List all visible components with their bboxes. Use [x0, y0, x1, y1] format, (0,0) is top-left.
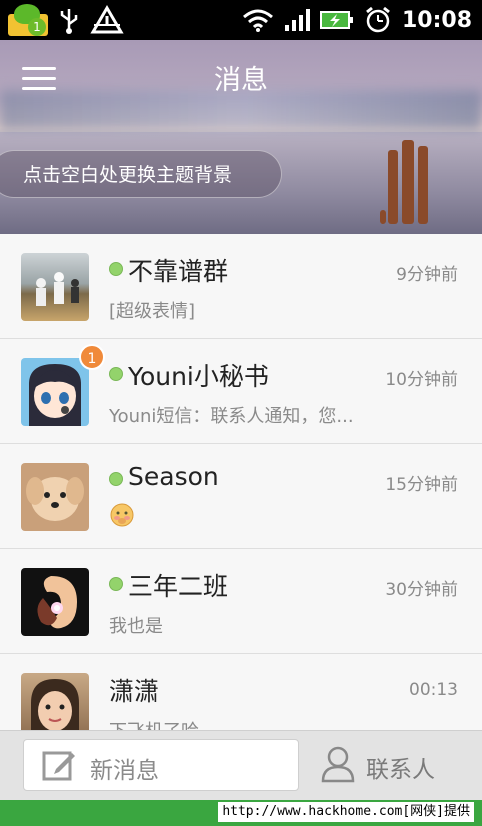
avatar [21, 673, 89, 730]
conversation-row[interactable]: 1 Youni小秘书 10分钟前 Youni短信：联系人通知，您... [0, 339, 482, 444]
message-time: 10分钟前 [385, 370, 458, 390]
online-status-dot [109, 367, 123, 381]
compose-icon [42, 751, 75, 781]
message-time: 9分钟前 [396, 265, 458, 285]
conversation-row[interactable]: 三年二班 30分钟前 我也是 [0, 549, 482, 654]
new-message-button[interactable]: 新消息 [23, 739, 299, 791]
avatar [21, 568, 89, 636]
contact-name: Youni小秘书 [128, 362, 269, 391]
battery-charging-icon [319, 11, 353, 29]
bottom-bar: 新消息 联系人 [0, 730, 482, 801]
emoji-shy-icon [110, 503, 134, 527]
message-time: 00:13 [409, 680, 458, 700]
footer-watermark-text: http://www.hackhome.com[网侠]提供 [218, 802, 474, 822]
status-time: 10:08 [401, 7, 472, 33]
message-preview: 我也是 [109, 616, 163, 637]
status-bar: 1 10:08 [0, 0, 482, 40]
change-theme-button[interactable]: 点击空白处更换主题背景 [0, 150, 282, 198]
notification-badge: 1 [28, 18, 46, 36]
unread-badge: 1 [79, 344, 105, 370]
message-time: 30分钟前 [385, 580, 458, 600]
conversation-row[interactable]: Season 15分钟前 [0, 444, 482, 549]
avatar [21, 253, 89, 321]
message-preview: Youni短信：联系人通知，您... [109, 406, 354, 427]
usb-icon [60, 9, 78, 34]
avatar [21, 463, 89, 531]
message-preview: 下飞机了哈 [109, 717, 199, 730]
contact-name: 不靠谱群 [128, 257, 229, 286]
contact-name: 三年二班 [128, 572, 229, 601]
header-theme-area[interactable]: 消息 点击空白处更换主题背景 [0, 40, 482, 234]
warning-icon [90, 5, 124, 34]
conversation-list[interactable]: 不靠谱群 9分钟前 [超级表情] 1 Youni小秘书 10分钟前 Youni短… [0, 234, 482, 730]
page-title: 消息 [214, 65, 268, 96]
contact-name: 潇潇 [109, 677, 160, 706]
online-status-dot [109, 472, 123, 486]
new-message-label: 新消息 [90, 758, 159, 784]
wifi-icon [242, 9, 273, 32]
alarm-icon [366, 6, 390, 33]
contact-name: Season [128, 462, 219, 491]
message-preview: [超级表情] [109, 301, 196, 322]
footer-bar: http://www.hackhome.com[网侠]提供 [0, 800, 482, 826]
message-time: 15分钟前 [385, 475, 458, 495]
signal-icon [284, 9, 310, 31]
qq-notification-icon[interactable]: 1 [8, 4, 48, 36]
online-status-dot [109, 577, 123, 591]
conversation-row[interactable]: 潇潇 00:13 下飞机了哈 [0, 654, 482, 730]
conversation-row[interactable]: 不靠谱群 9分钟前 [超级表情] [0, 234, 482, 339]
contacts-label: 联系人 [366, 757, 435, 783]
contact-person-icon [321, 746, 355, 783]
avatar [21, 358, 89, 426]
contacts-button[interactable]: 联系人 [320, 739, 460, 791]
online-status-dot [109, 262, 123, 276]
